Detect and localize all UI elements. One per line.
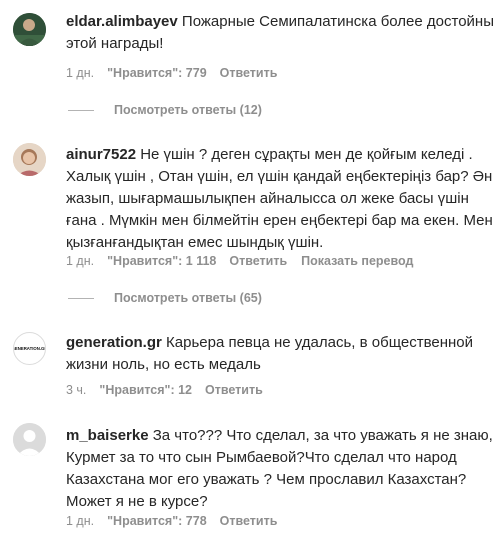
avatar[interactable] xyxy=(13,143,46,176)
comment-time[interactable]: 1 дн. xyxy=(66,254,94,268)
comment-time[interactable]: 1 дн. xyxy=(66,514,94,528)
comment-meta: 1 дн. "Нравится": 1 118 Ответить Показат… xyxy=(66,254,413,268)
view-replies-button[interactable]: Посмотреть ответы (12) xyxy=(68,103,262,117)
comment-meta: 1 дн. "Нравится": 779 Ответить xyxy=(66,66,291,80)
comment-likes[interactable]: "Нравится": 779 xyxy=(107,66,207,80)
comment-username[interactable]: m_baiserke xyxy=(66,427,149,444)
avatar-photo-icon xyxy=(13,143,46,176)
reply-button[interactable]: Ответить xyxy=(220,514,278,528)
view-replies-label: Посмотреть ответы (12) xyxy=(114,103,262,117)
translate-button[interactable]: Показать перевод xyxy=(301,254,413,268)
avatar[interactable]: GENERATION.GR xyxy=(13,332,46,365)
comment-username[interactable]: eldar.alimbayev xyxy=(66,13,178,30)
comment-time[interactable]: 1 дн. xyxy=(66,66,94,80)
avatar[interactable] xyxy=(13,13,46,46)
comment-body: m_baiserke За что??? Что сделал, за что … xyxy=(66,425,496,513)
comment-likes[interactable]: "Нравится": 778 xyxy=(107,514,207,528)
comment-time[interactable]: 3 ч. xyxy=(66,383,86,397)
comment-likes[interactable]: "Нравится": 1 118 xyxy=(107,254,216,268)
comment-body: eldar.alimbayev Пожарные Семипалатинска … xyxy=(66,11,496,55)
comment-meta: 1 дн. "Нравится": 778 Ответить xyxy=(66,514,291,528)
comment-username[interactable]: ainur7522 xyxy=(66,146,136,163)
view-replies-button[interactable]: Посмотреть ответы (65) xyxy=(68,291,262,305)
avatar-photo-icon xyxy=(13,13,46,46)
comment-username[interactable]: generation.gr xyxy=(66,334,162,351)
reply-button[interactable]: Ответить xyxy=(220,66,278,80)
view-replies-divider xyxy=(68,297,94,299)
avatar-logo-icon: GENERATION.GR xyxy=(13,346,46,351)
reply-button[interactable]: Ответить xyxy=(205,383,263,397)
view-replies-divider xyxy=(68,109,94,111)
comment-likes[interactable]: "Нравится": 12 xyxy=(99,383,192,397)
reply-button[interactable]: Ответить xyxy=(229,254,287,268)
avatar[interactable] xyxy=(13,423,46,456)
view-replies-label: Посмотреть ответы (65) xyxy=(114,291,262,305)
comment-body: ainur7522 Не үшін ? деген сұрақты мен де… xyxy=(66,144,496,254)
default-avatar-icon xyxy=(13,423,46,456)
comment-body: generation.gr Карьера певца не удалась, … xyxy=(66,332,496,376)
comment-meta: 3 ч. "Нравится": 12 Ответить xyxy=(66,383,277,397)
